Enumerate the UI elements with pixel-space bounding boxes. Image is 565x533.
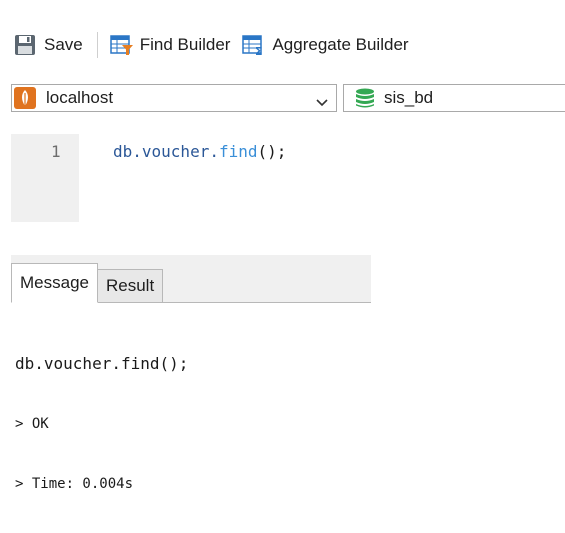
mongodb-leaf-icon: [14, 87, 36, 109]
code-line[interactable]: db.voucher.find();: [113, 142, 286, 161]
chevron-down-icon[interactable]: [316, 94, 328, 107]
svg-text:Σ: Σ: [255, 45, 263, 56]
code-object: db.voucher.: [113, 142, 219, 161]
database-name: sis_bd: [384, 88, 434, 107]
save-label: Save: [44, 35, 83, 54]
aggregate-builder-button[interactable]: Σ Aggregate Builder: [238, 28, 412, 62]
message-output: db.voucher.find(); > OK > Time: 0.004s: [15, 315, 188, 533]
find-builder-label: Find Builder: [139, 35, 231, 54]
result-tabs: Message Result: [11, 263, 164, 303]
find-builder-button[interactable]: Find Builder: [106, 28, 235, 62]
connection-select[interactable]: localhost: [11, 84, 337, 112]
toolbar-divider: [96, 32, 98, 58]
save-button[interactable]: Save: [10, 28, 87, 62]
output-time: > Time: 0.004s: [15, 476, 134, 492]
output-query: db.voucher.find();: [15, 354, 189, 373]
line-gutter: [11, 134, 79, 222]
tab-message[interactable]: Message: [11, 263, 98, 303]
database-stack-icon: [354, 87, 376, 109]
table-sigma-icon: Σ: [242, 34, 266, 58]
table-filter-icon: [110, 34, 134, 56]
floppy-disk-icon: [14, 34, 36, 56]
code-function: find: [218, 142, 258, 161]
tab-result[interactable]: Result: [96, 269, 164, 303]
connection-bar: localhost sis_bd: [11, 84, 565, 114]
line-number: 1: [51, 142, 61, 161]
database-select[interactable]: sis_bd: [343, 84, 565, 112]
connection-name: localhost: [46, 88, 114, 107]
output-status: > OK: [15, 416, 49, 432]
code-punctuation: ();: [257, 142, 287, 161]
aggregate-builder-label: Aggregate Builder: [272, 35, 409, 54]
result-panel: Message Result db.voucher.find(); > OK >…: [0, 255, 565, 492]
toolbar: Save Find Builder Σ Aggregate Builder: [0, 24, 565, 66]
query-editor[interactable]: 1 db.voucher.find();: [0, 134, 565, 224]
